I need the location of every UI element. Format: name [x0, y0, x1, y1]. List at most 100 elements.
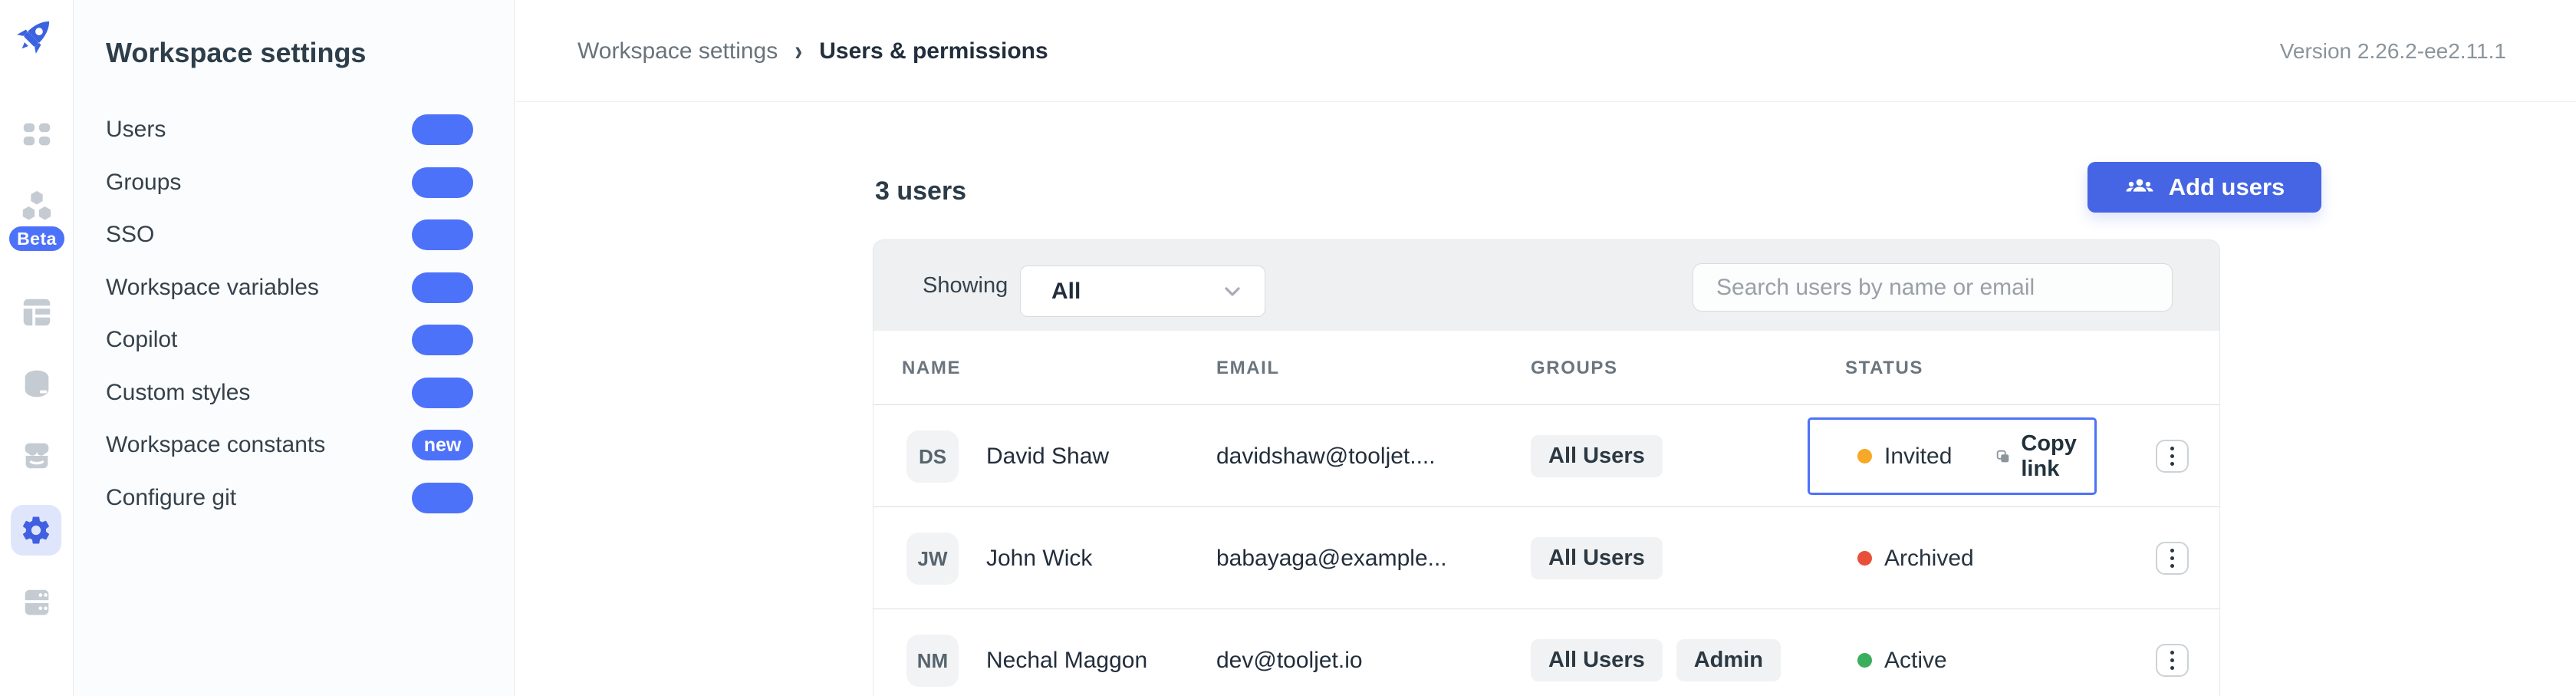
new-badge — [412, 219, 473, 251]
copy-link-button[interactable]: Copy link — [1995, 431, 2094, 482]
column-header-name: NAME — [902, 357, 962, 378]
status-dot-icon — [1857, 653, 1872, 668]
status-label: Invited — [1884, 443, 1953, 469]
status-cell: Archived — [1808, 520, 2097, 597]
version-label: Version 2.26.2-ee2.11.1 — [2279, 38, 2506, 63]
status-filter-value: All — [1051, 278, 1081, 304]
add-users-button[interactable]: Add users — [2087, 162, 2321, 213]
user-groups: All Users — [1531, 507, 1663, 609]
status-cell: Invited Copy link — [1808, 417, 2097, 495]
avatar-initials: NM — [916, 648, 949, 672]
breadcrumb-current: Users & permissions — [819, 38, 1048, 64]
column-header-email: EMAIL — [1216, 357, 1280, 378]
group-badge: All Users — [1531, 639, 1663, 681]
row-menu-button[interactable] — [2156, 644, 2189, 677]
status-dot-icon — [1857, 449, 1872, 463]
user-count-label: 3 users — [875, 176, 967, 206]
user-email: babayaga@example... — [1216, 545, 1447, 571]
breadcrumb-root-link[interactable]: Workspace settings — [577, 38, 778, 64]
new-badge — [412, 325, 473, 356]
new-badge — [412, 114, 473, 146]
sidebar-item-label: Custom styles — [106, 379, 251, 405]
workspace-settings-sidebar: Workspace settings Users Groups SSO Work… — [74, 0, 515, 696]
sidebar-item-label: SSO — [106, 222, 155, 248]
sidebar-item-workspace-constants[interactable]: Workspace constants new — [74, 419, 514, 472]
chevron-right-icon: › — [795, 35, 803, 67]
new-badge — [412, 482, 473, 513]
sidebar-item-workspace-variables[interactable]: Workspace variables — [74, 262, 514, 315]
group-badge: All Users — [1531, 435, 1663, 477]
user-name: John Wick — [986, 545, 1093, 571]
status-label: Active — [1884, 647, 1947, 673]
sidebar-item-configure-git[interactable]: Configure git — [74, 472, 514, 525]
table-row: DS David Shaw davidshaw@tooljet.... All … — [873, 405, 2219, 507]
user-groups: All Users — [1531, 405, 1663, 507]
copy-link-label: Copy link — [2021, 430, 2077, 481]
sidebar-item-users[interactable]: Users — [74, 104, 514, 157]
avatar-initials: DS — [918, 444, 947, 468]
search-users-input[interactable] — [1693, 263, 2173, 312]
group-badge: All Users — [1531, 537, 1663, 579]
row-menu-button[interactable] — [2156, 440, 2189, 473]
new-badge — [412, 377, 473, 408]
icon-rail: Beta — [0, 0, 74, 696]
user-email: davidshaw@tooljet.... — [1216, 443, 1436, 469]
status-filter-select[interactable]: All — [1020, 266, 1265, 317]
avatar-initials: JW — [917, 546, 948, 570]
sidebar-item-groups[interactable]: Groups — [74, 157, 514, 209]
table-row: JW John Wick babayaga@example... All Use… — [873, 507, 2219, 609]
showing-label: Showing — [923, 272, 1008, 298]
group-badge: Admin — [1676, 639, 1781, 681]
table-body: DS David Shaw davidshaw@tooljet.... All … — [873, 405, 2219, 696]
copy-icon — [1997, 450, 2009, 462]
breadcrumb: Workspace settings › Users & permissions — [577, 0, 1048, 102]
user-groups: All Users Admin — [1531, 609, 1781, 696]
sidebar-item-label: Users — [106, 117, 166, 143]
add-users-label: Add users — [2168, 173, 2285, 200]
status-dot-icon — [1857, 551, 1872, 566]
new-badge — [412, 272, 473, 303]
sidebar-item-label: Workspace variables — [106, 274, 319, 300]
sidebar-title: Workspace settings — [106, 37, 367, 68]
status-label: Archived — [1884, 545, 1974, 571]
users-group-icon — [2126, 179, 2153, 192]
avatar: JW — [906, 533, 959, 585]
column-header-groups: GROUPS — [1531, 357, 1618, 378]
sidebar-item-label: Groups — [106, 169, 182, 195]
database-icon[interactable] — [19, 366, 54, 401]
table-header-row: NAME EMAIL GROUPS STATUS — [873, 331, 2219, 405]
beta-badge: Beta — [7, 224, 67, 253]
tooljet-rocket-logo[interactable] — [14, 14, 57, 57]
sidebar-item-label: Workspace constants — [106, 432, 326, 458]
table-editor-icon[interactable] — [19, 295, 54, 330]
apps-grid-icon[interactable] — [19, 117, 54, 152]
page-header: Workspace settings › Users & permissions… — [515, 0, 2576, 102]
avatar: DS — [906, 430, 959, 483]
app-window: Beta Workspace settings Users Groups SSO… — [0, 0, 2576, 696]
table-filter-bar: Showing All — [873, 240, 2219, 331]
chevron-down-icon — [1225, 286, 1240, 296]
marketplace-icon[interactable] — [19, 437, 54, 473]
audit-logs-icon[interactable] — [19, 585, 54, 621]
users-table-card: Showing All NAME EMAIL GROUPS STATUS DS … — [873, 239, 2220, 696]
user-email: dev@tooljet.io — [1216, 647, 1363, 673]
sidebar-item-sso[interactable]: SSO — [74, 209, 514, 262]
user-name: David Shaw — [986, 443, 1110, 469]
workflows-icon[interactable] — [19, 188, 54, 223]
user-name: Nechal Maggon — [986, 647, 1148, 673]
status-cell: Active — [1808, 622, 2097, 696]
settings-gear-icon — [22, 516, 50, 544]
new-badge: new — [412, 430, 473, 461]
sidebar-item-copilot[interactable]: Copilot — [74, 314, 514, 367]
users-table: NAME EMAIL GROUPS STATUS DS David Shaw d… — [873, 331, 2219, 696]
column-header-status: STATUS — [1845, 357, 1924, 378]
settings-gear-active-item[interactable] — [11, 505, 61, 556]
row-menu-button[interactable] — [2156, 542, 2189, 575]
avatar: NM — [906, 635, 959, 687]
sidebar-menu: Users Groups SSO Workspace variables Cop… — [74, 104, 514, 524]
sidebar-item-label: Configure git — [106, 484, 237, 510]
new-badge — [412, 167, 473, 198]
sidebar-item-label: Copilot — [106, 327, 178, 353]
sidebar-item-custom-styles[interactable]: Custom styles — [74, 367, 514, 420]
users-permissions-page: 3 users Add users Showing All Search use… — [515, 103, 2576, 696]
